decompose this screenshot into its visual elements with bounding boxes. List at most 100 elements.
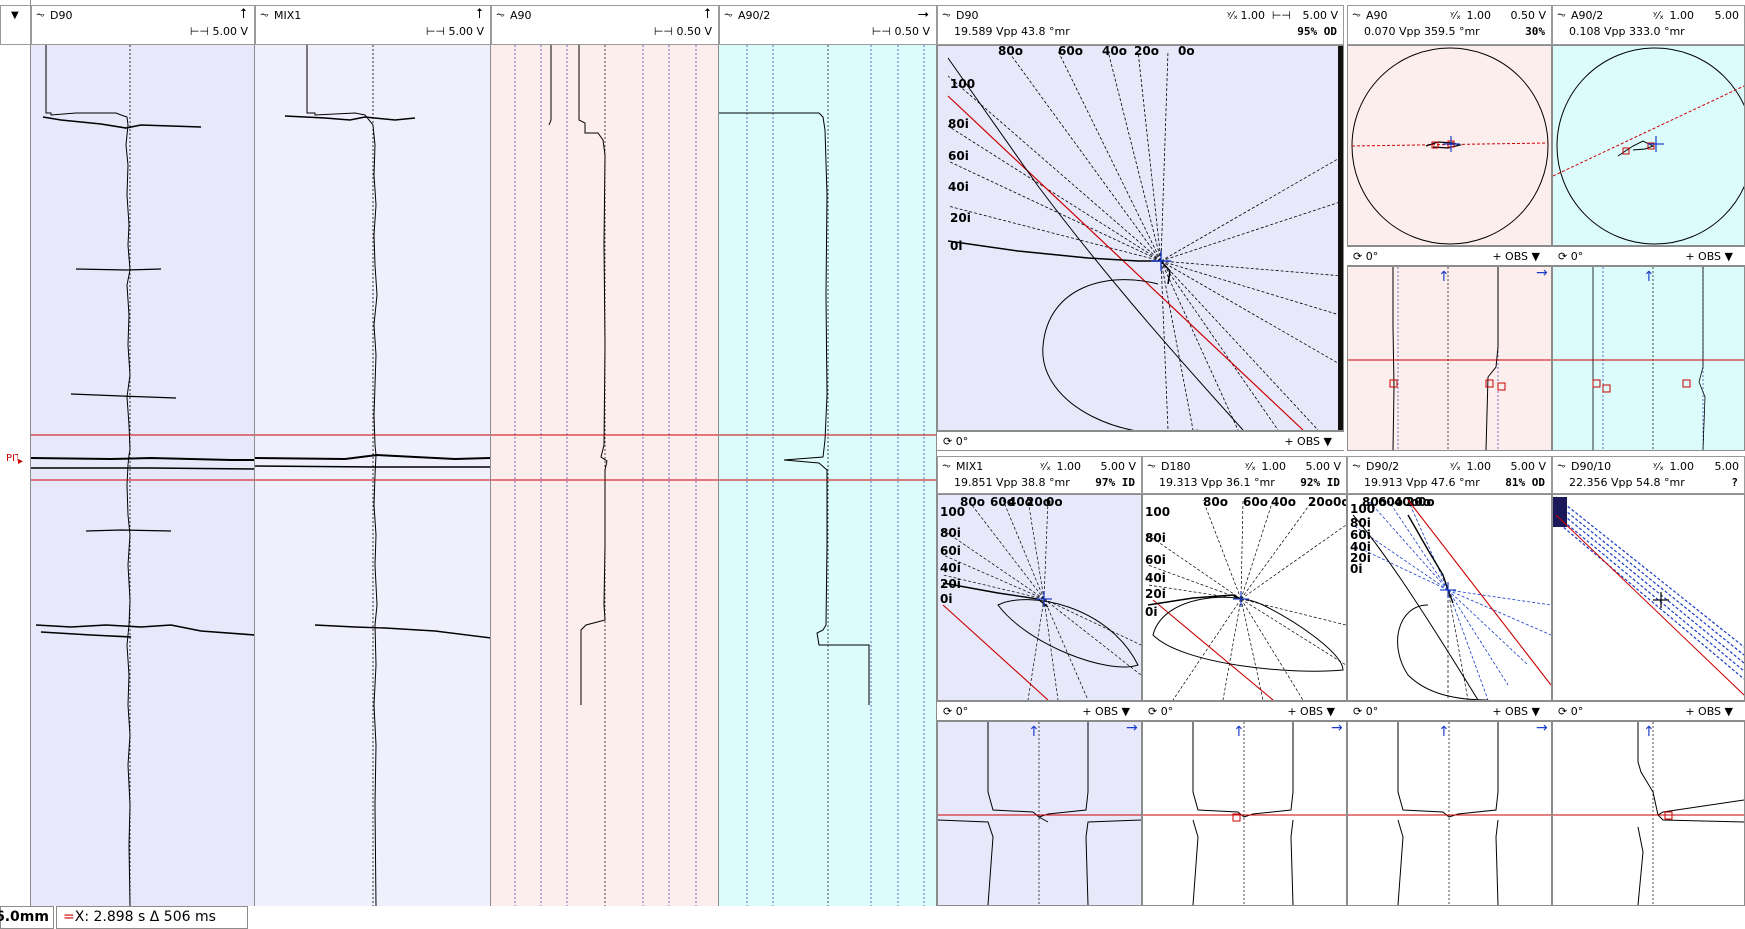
lissajous-plot-d90[interactable]: 100 80i 60i 40i 20i 0i 80o 60o 40o 20o 0… [937,45,1344,431]
lissajous-footer-a90-2[interactable]: ⟳ 0° + OBS ▼ [1552,246,1745,266]
gain-icon: ʸ⁄ₓ [1653,460,1664,473]
rotate-control[interactable]: ⟳ 0° [1353,705,1378,718]
chevron-down-icon: ▼ [1323,435,1332,448]
lissajous-header-d90-2[interactable]: ⏦ D90/2 ʸ⁄ₓ 1.00 5.00 V 19.913 Vpp 47.6 … [1347,456,1552,494]
rotate-control[interactable]: ⟳ 0° [1148,705,1173,718]
result-value: 95% OD [1297,25,1337,38]
lissajous-header-a90[interactable]: ⏦ A90 ʸ⁄ₓ 1.00 0.50 V 0.070 Vpp 359.5 °m… [1347,5,1552,45]
scale-label: 0o [1418,495,1435,509]
strip-mini-trace-d90-10: ↑ [1553,722,1744,905]
phase-value: 333.0 °mr [1628,25,1685,38]
lissajous-footer-d90-10[interactable]: ⟳ 0° + OBS ▼ [1552,701,1745,721]
waveform-icon: ⏦ [942,459,951,472]
strip-chart-a90[interactable] [491,45,719,906]
lissajous-footer-a90[interactable]: ⟳ 0° + OBS ▼ [1347,246,1552,266]
channel-name: A90/2 [738,9,771,22]
rotate-control[interactable]: ⟳ 0° [1558,705,1583,718]
rotate-control[interactable]: ⟳ 0° [1353,250,1378,263]
vpp-phase: 22.356 Vpp 54.8 °mr [1569,476,1685,489]
up-arrow-icon[interactable]: ⭡ [476,6,483,22]
gutter-menu[interactable]: ▼ [0,5,31,45]
vpp-phase: 19.913 Vpp 47.6 °mr [1364,476,1480,489]
obs-label: OBS [1300,705,1324,718]
vpp-phase: 19.851 Vpp 38.8 °mr [954,476,1070,489]
result-value: 92% ID [1300,476,1340,489]
lissajous-footer-d90-2[interactable]: ⟳ 0° + OBS ▼ [1347,701,1552,721]
channel-scale: ⊢⊣ 0.50 V [654,25,712,38]
span-icon: ⊢⊣ [425,25,445,38]
strip-mini-mix1[interactable]: ↑ → [937,721,1142,906]
rotate-control[interactable]: ⟳ 0° [943,435,968,448]
chevron-down-icon: ▼ [1531,705,1540,718]
strip-header-mix1[interactable]: ⏦ MIX1 ⭡ ⊢⊣ 5.00 V [255,5,491,45]
channel-name: D90 [50,9,73,22]
vpp-value: 22.356 Vpp [1569,476,1633,489]
scale-label: 80o [998,46,1023,58]
strip-header-d90[interactable]: ⏦ D90 ⭡ ⊢⊣ 5.00 V [31,5,255,45]
lissajous-header-d180[interactable]: ⏦ D180 ʸ⁄ₓ 1.00 5.00 V 19.313 Vpp 36.1 °… [1142,456,1347,494]
lissajous-footer-d180[interactable]: ⟳ 0° + OBS ▼ [1142,701,1347,721]
lissajous-plot-d90-10[interactable] [1552,494,1745,701]
strip-header-a90[interactable]: ⏦ A90 ⭡ ⊢⊣ 0.50 V [491,5,719,45]
chevron-down-icon: ▼ [1531,250,1540,263]
voltage-value: 5.00 V [1510,460,1546,473]
lissajous-plot-d90-2[interactable]: 100 80i 60i 40i 20i 0i 80o 60o 40o 20o 0… [1347,494,1552,701]
lissajous-header-d90-10[interactable]: ⏦ D90/10 ʸ⁄ₓ 1.00 5.00 22.356 Vpp 54.8 °… [1552,456,1745,494]
channel-name: MIX1 [956,460,984,473]
lissajous-footer-d90[interactable]: ⟳ 0° + OBS ▼ [937,431,1344,451]
gain-icon: ʸ⁄ₓ [1450,460,1461,473]
voltage-value: 5.00 V [1100,460,1136,473]
rotate-control[interactable]: ⟳ 0° [1558,250,1583,263]
gain-icon: ʸ⁄ₓ [1245,460,1256,473]
phase-value: 38.8 °mr [1020,476,1070,489]
lissajous-header-a90-2[interactable]: ⏦ A90/2 ʸ⁄ₓ 1.00 5.00 0.108 Vpp 333.0 °m… [1552,5,1745,45]
gain-icon: ʸ⁄ₓ [1227,9,1238,22]
scale-label: 60i [1145,553,1166,567]
length-value: 6.0mm [0,909,49,925]
strip-mini-d180[interactable]: ↑ → [1142,721,1347,906]
up-arrow-icon: ↑ [1233,724,1245,740]
strip-chart-a90-2[interactable] [719,45,937,906]
obs-dropdown[interactable]: + OBS ▼ [1287,705,1335,718]
voltage-value: 0.50 V [1510,9,1546,22]
strip-header-a90-2[interactable]: ⏦ A90/2 ⭢ ⊢⊣ 0.50 V [719,5,937,45]
lissajous-plot-mix1[interactable]: 100 80i 60i 40i 20i 0i 80o 60o 40o 20o 0… [937,494,1142,701]
obs-dropdown[interactable]: + OBS ▼ [1685,705,1733,718]
channel-scale: ⊢⊣ 5.00 V [426,25,484,38]
lissajous-plot-a90[interactable] [1347,45,1552,246]
strip-mini-d90-10[interactable]: ↑ [1552,721,1745,906]
strip-mini-d90-2[interactable]: ↑ → [1347,721,1552,906]
lissajous-plot-d180[interactable]: 100 80i 60i 40i 20i 0i 80o 60o 40o 20o 0… [1142,494,1347,701]
chevron-down-icon: ▼ [1121,705,1130,718]
up-arrow-icon[interactable]: ⭡ [704,6,711,22]
lissajous-header-d90[interactable]: ⏦ D90 ʸ⁄ₓ 1.00 ⊢⊣ 5.00 V 19.589 Vpp 43.8… [937,5,1344,45]
strip-mini-trace-a90: ↑ → [1348,267,1551,450]
plus-icon: + [1685,705,1695,718]
strip-mini-a90[interactable]: ↑ → [1347,266,1552,451]
waveform-icon: ⏦ [1147,459,1156,472]
plus-icon: + [1082,705,1092,718]
gain-value: 1.00 [1240,9,1266,22]
obs-dropdown[interactable]: + OBS ▼ [1492,705,1540,718]
lissajous-header-mix1[interactable]: ⏦ MIX1 ʸ⁄ₓ 1.00 5.00 V 19.851 Vpp 38.8 °… [937,456,1142,494]
gain-value: 1.00 [1466,9,1492,22]
right-arrow-icon[interactable]: ⭢ [918,6,929,22]
chevron-down-icon: ▼ [1326,705,1335,718]
lissajous-plot-a90-2[interactable] [1552,45,1745,246]
obs-dropdown[interactable]: + OBS ▼ [1685,250,1733,263]
vpp-phase: 0.108 Vpp 333.0 °mr [1569,25,1685,38]
right-arrow-icon: → [1331,722,1343,736]
strip-mini-a90-2[interactable]: ↑ [1552,266,1745,451]
strip-chart-mix1[interactable] [255,45,491,906]
scale-label: 0i [1350,562,1362,576]
gain-icon: ʸ⁄ₓ [1653,9,1664,22]
strip-chart-d90[interactable] [31,45,255,906]
lissajous-footer-mix1[interactable]: ⟳ 0° + OBS ▼ [937,701,1142,721]
up-arrow-icon[interactable]: ⭡ [240,6,247,22]
obs-dropdown[interactable]: + OBS ▼ [1492,250,1540,263]
rotate-control[interactable]: ⟳ 0° [943,705,968,718]
obs-dropdown[interactable]: + OBS ▼ [1284,435,1332,448]
span-icon: ⊢⊣ [1271,9,1291,22]
channel-scale-value: 5.00 V [448,25,484,38]
obs-dropdown[interactable]: + OBS ▼ [1082,705,1130,718]
